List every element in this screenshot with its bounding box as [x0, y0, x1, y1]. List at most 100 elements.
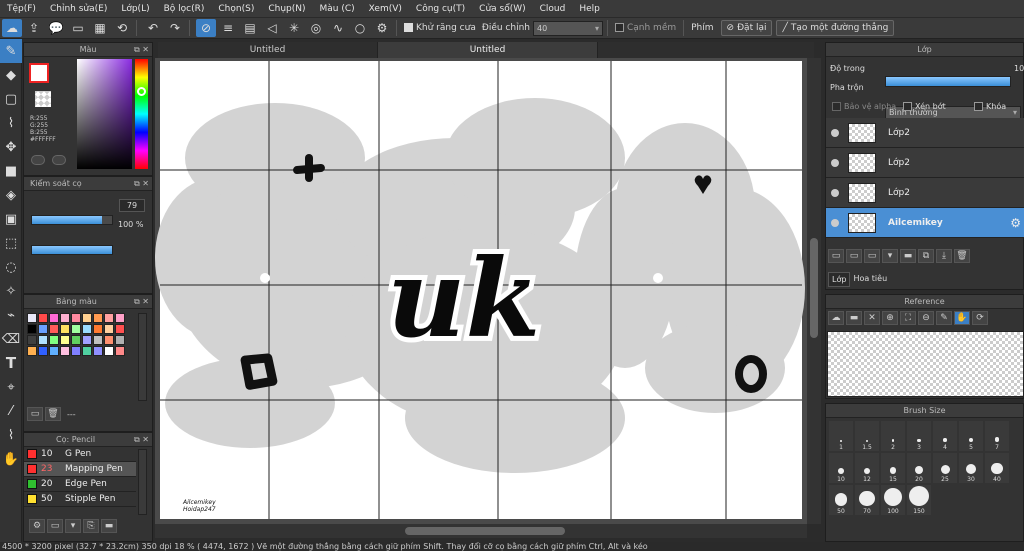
layer-row[interactable]: Lớp2: [826, 118, 1024, 148]
merge-layer-icon[interactable]: ⤓: [936, 249, 952, 263]
grid-icon[interactable]: ▦: [90, 19, 110, 37]
panel-controls-icon[interactable]: ⧉ ✕: [134, 433, 149, 447]
brush-size-preset[interactable]: 4: [933, 421, 957, 451]
menu-filter[interactable]: Bộ lọc(R): [157, 4, 212, 14]
protect-alpha-checkbox[interactable]: [832, 102, 841, 111]
fit-icon[interactable]: ⛶: [900, 311, 916, 325]
palette-swatch[interactable]: [93, 335, 103, 345]
new-layer-8bit-icon[interactable]: ▭: [846, 249, 862, 263]
redo-icon[interactable]: ↷: [165, 19, 185, 37]
brush-size-slider[interactable]: [31, 215, 113, 225]
palette-swatch[interactable]: [49, 335, 59, 345]
eye-icon[interactable]: [831, 158, 839, 167]
reset-button[interactable]: ⊘ Đặt lại: [720, 20, 773, 36]
ring-snap-icon[interactable]: ○: [350, 19, 370, 37]
palette-scrollbar[interactable]: [138, 313, 147, 401]
palette-swatch[interactable]: [27, 313, 37, 323]
brush-size-preset[interactable]: 30: [959, 453, 983, 483]
palette-swatch[interactable]: [49, 346, 59, 356]
bucket-tool-icon[interactable]: ◈: [0, 183, 22, 207]
palette-swatch[interactable]: [93, 346, 103, 356]
hscroll-thumb[interactable]: [405, 527, 565, 535]
tab-untitled-2[interactable]: Untitled: [378, 42, 598, 58]
brush-size-preset[interactable]: 7: [985, 421, 1009, 451]
brush-size-preset[interactable]: 100: [881, 485, 905, 515]
layer-opacity-value[interactable]: 100: [1014, 64, 1024, 73]
brush-size-preset[interactable]: 40: [985, 453, 1009, 483]
brush-opacity-slider[interactable]: [31, 245, 113, 255]
parallel-snap-icon[interactable]: ≡: [218, 19, 238, 37]
vscroll-thumb[interactable]: [810, 238, 818, 338]
palette-swatch[interactable]: [71, 346, 81, 356]
canvas-vscrollbar[interactable]: [807, 58, 821, 524]
lasso-icon[interactable]: ◌: [0, 255, 22, 279]
palette-swatch[interactable]: [60, 335, 70, 345]
move-tool-icon[interactable]: ✥: [0, 135, 22, 159]
palette-swatch[interactable]: [115, 335, 125, 345]
brush-opacity-value[interactable]: 100 %: [118, 220, 143, 229]
palette-swatch[interactable]: [104, 346, 114, 356]
brush-list-item[interactable]: 20 Edge Pen: [24, 477, 136, 492]
hue-handle[interactable]: [137, 87, 146, 96]
picker-icon[interactable]: ✎: [936, 311, 952, 325]
menu-select[interactable]: Chọn(S): [211, 4, 261, 14]
hue-slider[interactable]: [135, 59, 148, 169]
palette-swatch[interactable]: [82, 335, 92, 345]
palette-swatch[interactable]: [27, 324, 37, 334]
select-rect-icon[interactable]: ⬚: [0, 231, 22, 255]
menu-capture[interactable]: Chụp(N): [261, 4, 312, 14]
palette-swatch[interactable]: [93, 313, 103, 323]
clip-checkbox[interactable]: [903, 102, 912, 111]
palette-swatch[interactable]: [49, 324, 59, 334]
menu-cloud[interactable]: Cloud: [533, 4, 573, 14]
brush-list-item[interactable]: 10 G Pen: [24, 447, 136, 462]
canvas-area[interactable]: uk uk Ailcemikey Hoidap247: [155, 58, 807, 524]
duplicate-layer-icon[interactable]: ⧉: [918, 249, 934, 263]
settings-icon[interactable]: ⚙: [372, 19, 392, 37]
panel-controls-icon[interactable]: ⧉ ✕: [134, 177, 149, 191]
adjust-dropdown[interactable]: 40: [532, 20, 603, 36]
brush-size-value[interactable]: 79: [119, 199, 145, 212]
transparent-color-swatch[interactable]: [35, 91, 51, 107]
palette-swatch[interactable]: [38, 324, 48, 334]
palette-swatch[interactable]: [104, 324, 114, 334]
palette-swatch[interactable]: [27, 335, 37, 345]
gradient-tool-icon[interactable]: ▣: [0, 207, 22, 231]
text-tool-icon[interactable]: T: [0, 351, 22, 375]
palette-swatch[interactable]: [38, 313, 48, 323]
palette-swatch[interactable]: [27, 346, 37, 356]
palette-swatch[interactable]: [104, 335, 114, 345]
brush-size-preset[interactable]: 12: [855, 453, 879, 483]
brush-size-preset[interactable]: 5: [959, 421, 983, 451]
brush-size-preset[interactable]: 1: [829, 421, 853, 451]
palette-swatch[interactable]: [93, 324, 103, 334]
bucket2-tool-icon[interactable]: ⁄: [0, 399, 22, 423]
no-snap-icon[interactable]: ⊘: [196, 19, 216, 37]
new-layer-icon[interactable]: ▭: [828, 249, 844, 263]
copy-brush-icon[interactable]: ⎘: [83, 519, 99, 533]
protect-alpha-toggle[interactable]: Bảo vệ alpha: [832, 102, 896, 111]
straight-line-button[interactable]: ╱ Tạo một đường thẳng: [776, 20, 895, 36]
eye-icon[interactable]: [831, 218, 839, 227]
antialias-toggle[interactable]: Khử răng cưa: [404, 23, 476, 33]
select-eraser-icon[interactable]: ⌫: [0, 327, 22, 351]
foreground-color-swatch[interactable]: [29, 63, 49, 83]
layer-menu-icon[interactable]: ▾: [882, 249, 898, 263]
smooth-toggle[interactable]: Cạnh mềm: [614, 23, 676, 33]
menu-help[interactable]: Help: [572, 4, 607, 14]
brush-size-preset[interactable]: 20: [907, 453, 931, 483]
palette-swatch[interactable]: [38, 335, 48, 345]
brush-size-preset[interactable]: 50: [829, 485, 853, 515]
layer-row[interactable]: Ailcemikey ⚙: [826, 208, 1024, 238]
brush-size-preset[interactable]: 2: [881, 421, 905, 451]
folder-icon[interactable]: ▬: [101, 519, 117, 533]
menu-window[interactable]: Cửa sổ(W): [472, 4, 532, 14]
palette-swatch[interactable]: [49, 313, 59, 323]
brush-list-item[interactable]: 50 Stipple Pen: [24, 492, 136, 507]
color-mode-icon[interactable]: [31, 155, 45, 165]
rotate-icon[interactable]: ⟲: [112, 19, 132, 37]
brush-tool-icon[interactable]: ⌇: [0, 111, 22, 135]
chat-icon[interactable]: 💬: [46, 19, 66, 37]
tab-untitled-1[interactable]: Untitled: [158, 42, 378, 58]
new-brush-icon[interactable]: ▭: [47, 519, 63, 533]
